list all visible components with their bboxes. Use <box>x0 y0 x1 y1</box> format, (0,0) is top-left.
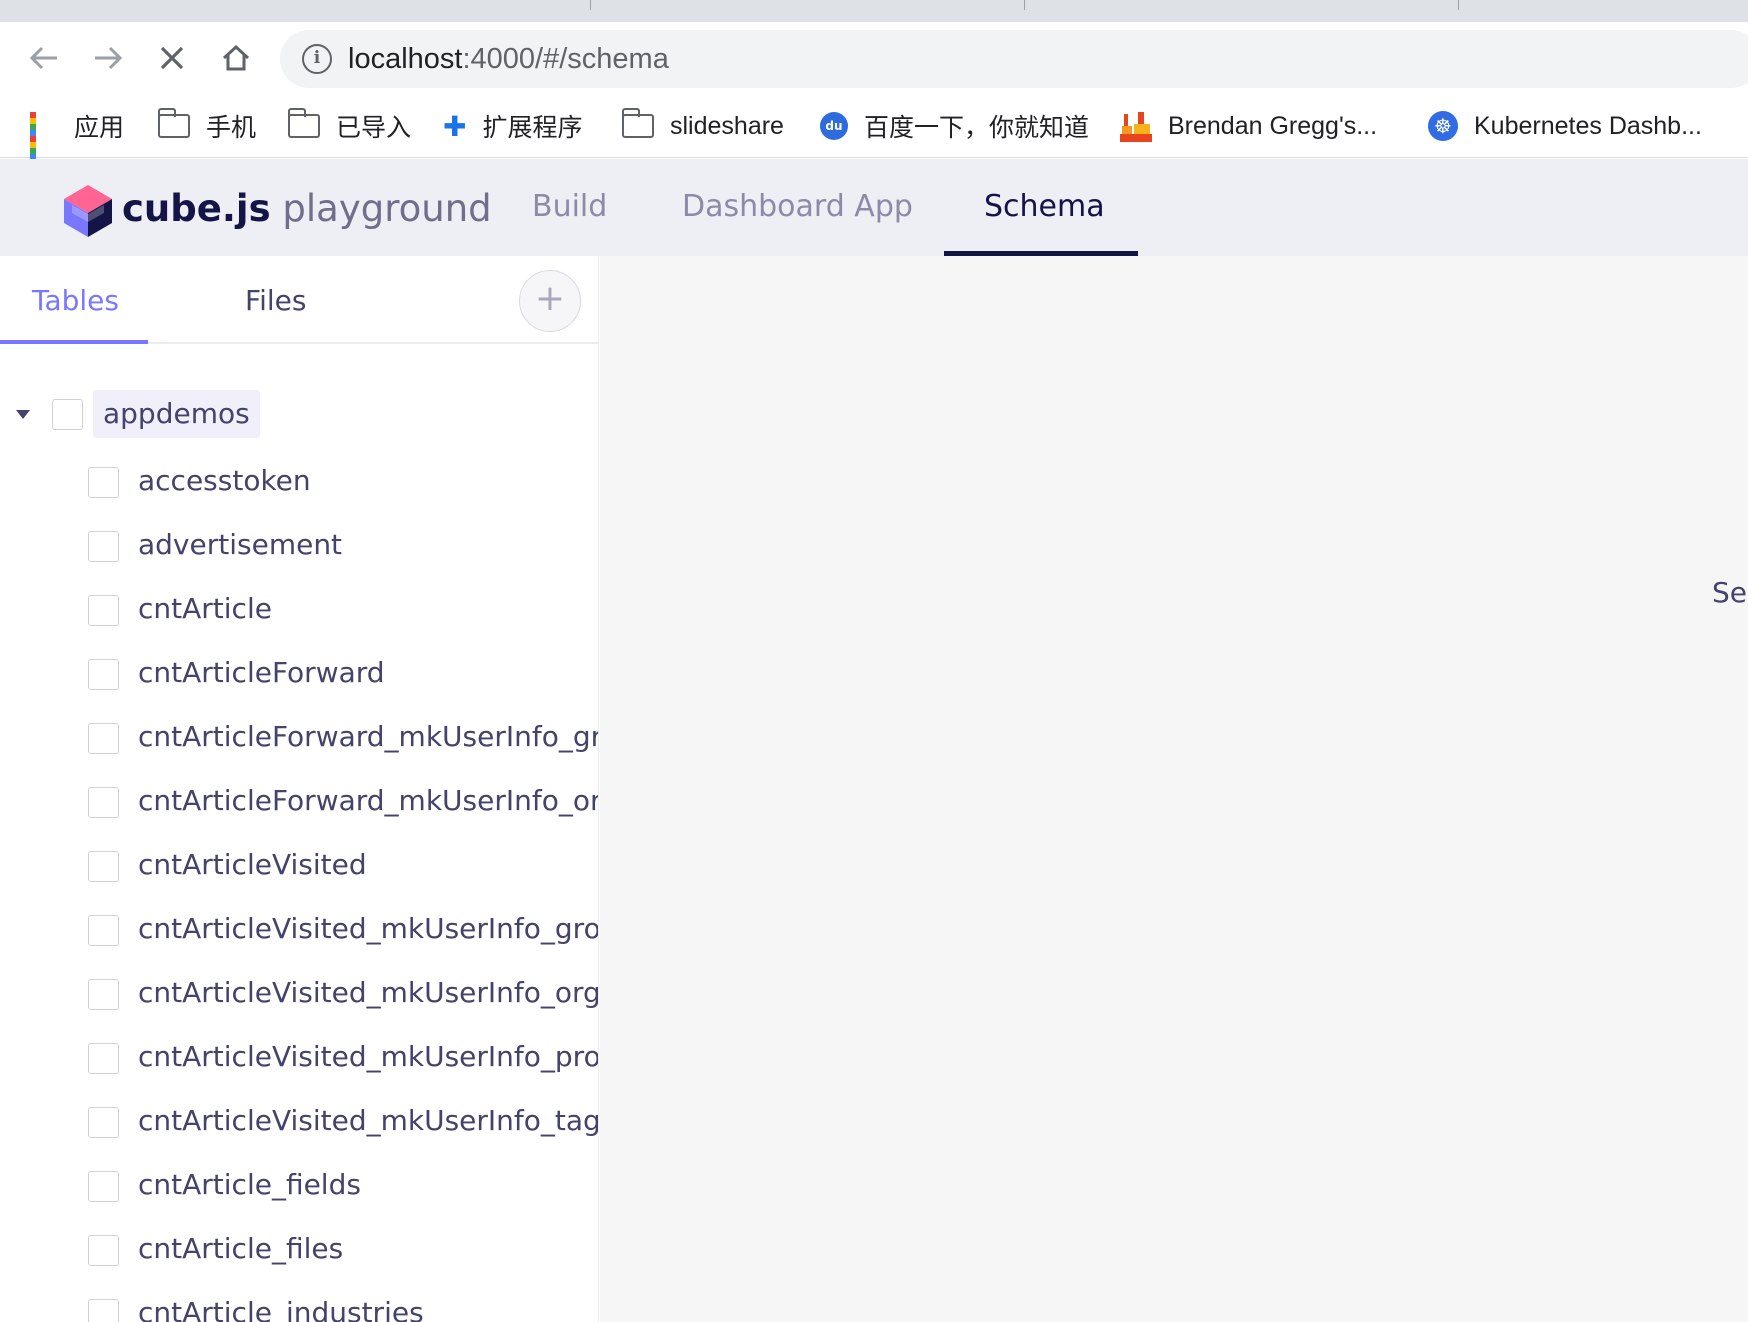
caret-down-icon[interactable] <box>16 410 30 419</box>
info-icon[interactable]: i <box>302 44 332 74</box>
table-item[interactable]: cntArticleVisited_mkUserInfo_profe <box>0 1034 598 1084</box>
tab-schema[interactable]: Schema <box>984 189 1105 224</box>
table-item[interactable]: cntArticleForward_mkUserInfo_grou <box>0 714 598 764</box>
bookmark-folder-slideshare[interactable]: slideshare <box>621 106 784 146</box>
table-name[interactable]: cntArticleVisited_mkUserInfo_group <box>138 912 598 945</box>
address-bar[interactable]: i localhost:4000/#/schema <box>280 30 1748 88</box>
table-name[interactable]: advertisement <box>138 528 342 561</box>
table-name[interactable]: cntArticleForward_mkUserInfo_grou <box>138 720 598 753</box>
table-item[interactable]: cntArticle_industries <box>0 1290 598 1322</box>
table-name[interactable]: cntArticleVisited <box>138 848 367 881</box>
table-name[interactable]: cntArticleVisited_mkUserInfo_org_ <box>138 976 598 1009</box>
home-icon[interactable] <box>214 36 258 80</box>
sidebar-active-tab-indicator <box>0 340 148 344</box>
tab-separator <box>1458 0 1459 10</box>
tab-separator <box>590 0 591 10</box>
table-name[interactable]: cntArticleForward_mkUserInfo_org_ <box>138 784 598 817</box>
tab-build[interactable]: Build <box>532 189 607 224</box>
app-header: cube.js playground Build Dashboard App S… <box>0 159 1748 256</box>
bookmark-label: 应用 <box>74 114 125 142</box>
table-item[interactable]: cntArticle_files <box>0 1226 598 1276</box>
schema-sidebar: Tables Files + appdemos accesstoken adve… <box>0 256 599 1322</box>
bookmark-label: slideshare <box>670 111 784 140</box>
bookmark-label: Brendan Gregg's... <box>1168 111 1378 140</box>
database-name[interactable]: appdemos <box>93 390 260 438</box>
tab-tables[interactable]: Tables <box>32 284 119 317</box>
apps-grid-icon <box>30 112 58 166</box>
table-name[interactable]: cntArticleVisited_mkUserInfo_profe <box>138 1040 598 1073</box>
schema-main-pane: Sel <box>600 256 1748 1322</box>
table-name[interactable]: cntArticle <box>138 592 272 625</box>
table-item[interactable]: advertisement <box>0 522 598 572</box>
empty-state-text: Sel <box>1712 576 1748 609</box>
bookmark-baidu[interactable]: du 百度一下，你就知道 <box>820 106 1089 146</box>
table-checkbox[interactable] <box>88 851 119 882</box>
table-item[interactable]: cntArticleVisited_mkUserInfo_group <box>0 906 598 956</box>
folder-icon <box>157 108 190 138</box>
tab-dashboard-app[interactable]: Dashboard App <box>682 189 913 224</box>
brand-title: cube.js playground <box>122 187 492 230</box>
puzzle-icon: ✚ <box>443 109 467 143</box>
table-item[interactable]: cntArticleForward <box>0 650 598 700</box>
table-checkbox[interactable] <box>88 1107 119 1138</box>
table-item[interactable]: cntArticleVisited_mkUserInfo_tag_ <box>0 1098 598 1148</box>
table-checkbox[interactable] <box>88 1299 119 1322</box>
browser-toolbar: i localhost:4000/#/schema <box>0 22 1748 94</box>
table-item[interactable]: cntArticleVisited <box>0 842 598 892</box>
table-name[interactable]: cntArticleVisited_mkUserInfo_tag_ <box>138 1104 598 1137</box>
table-item[interactable]: cntArticle_fields <box>0 1162 598 1212</box>
table-name[interactable]: cntArticle_industries <box>138 1296 424 1322</box>
table-checkbox[interactable] <box>88 787 119 818</box>
bookmark-folder-phone[interactable]: 手机 <box>157 106 257 146</box>
table-name[interactable]: cntArticleForward <box>138 656 385 689</box>
table-checkbox[interactable] <box>88 915 119 946</box>
folder-icon <box>287 108 320 138</box>
table-name[interactable]: cntArticle_files <box>138 1232 343 1265</box>
bookmark-label: 已导入 <box>336 114 412 142</box>
bookmark-label: 手机 <box>206 114 257 142</box>
brand-subtitle: playground <box>270 187 492 230</box>
bookmark-extensions[interactable]: ✚ 扩展程序 <box>443 106 582 146</box>
table-checkbox[interactable] <box>88 1043 119 1074</box>
bookmark-label: 百度一下，你就知道 <box>864 114 1090 142</box>
table-checkbox[interactable] <box>88 723 119 754</box>
bookmark-folder-imported[interactable]: 已导入 <box>287 106 412 146</box>
bookmark-brendan-gregg[interactable]: Brendan Gregg's... <box>1120 106 1377 146</box>
table-name[interactable]: accesstoken <box>138 464 311 497</box>
database-checkbox[interactable] <box>52 399 83 430</box>
close-icon[interactable] <box>150 36 194 80</box>
table-checkbox[interactable] <box>88 1235 119 1266</box>
table-item[interactable]: cntArticleForward_mkUserInfo_org_ <box>0 778 598 828</box>
cubejs-logo-icon[interactable] <box>62 183 114 239</box>
table-checkbox[interactable] <box>88 979 119 1010</box>
table-checkbox[interactable] <box>88 595 119 626</box>
tab-files[interactable]: Files <box>245 284 306 317</box>
table-checkbox[interactable] <box>88 1171 119 1202</box>
url-text: localhost:4000/#/schema <box>348 43 669 75</box>
baidu-paw-icon: du <box>820 112 848 140</box>
bookmark-kubernetes[interactable]: ☸ Kubernetes Dashb... <box>1428 106 1702 146</box>
table-checkbox[interactable] <box>88 467 119 498</box>
table-checkbox[interactable] <box>88 659 119 690</box>
forward-arrow-icon[interactable] <box>86 36 130 80</box>
kubernetes-icon: ☸ <box>1428 111 1458 141</box>
tree-node-database[interactable]: appdemos <box>0 390 598 440</box>
table-item[interactable]: cntArticle <box>0 586 598 636</box>
table-checkbox[interactable] <box>88 531 119 562</box>
table-item[interactable]: accesstoken <box>0 458 598 508</box>
bookmarks-bar: 应用 手机 已导入 ✚ 扩展程序 slideshare du 百度一下，你就知道… <box>0 94 1748 166</box>
bookmark-apps[interactable]: 应用 <box>30 106 125 166</box>
sidebar-tabs: Tables Files + <box>0 256 598 344</box>
back-arrow-icon[interactable] <box>22 36 66 80</box>
add-schema-button[interactable]: + <box>519 270 581 332</box>
flame-graph-icon <box>1120 110 1152 142</box>
bookmark-label: 扩展程序 <box>482 114 583 142</box>
brand-name: cube.js <box>122 187 271 230</box>
tab-separator <box>1024 0 1025 10</box>
folder-icon <box>621 108 654 138</box>
browser-tab-strip <box>0 0 1748 22</box>
bookmark-label: Kubernetes Dashb... <box>1474 111 1702 140</box>
table-item[interactable]: cntArticleVisited_mkUserInfo_org_ <box>0 970 598 1020</box>
table-name[interactable]: cntArticle_fields <box>138 1168 361 1201</box>
